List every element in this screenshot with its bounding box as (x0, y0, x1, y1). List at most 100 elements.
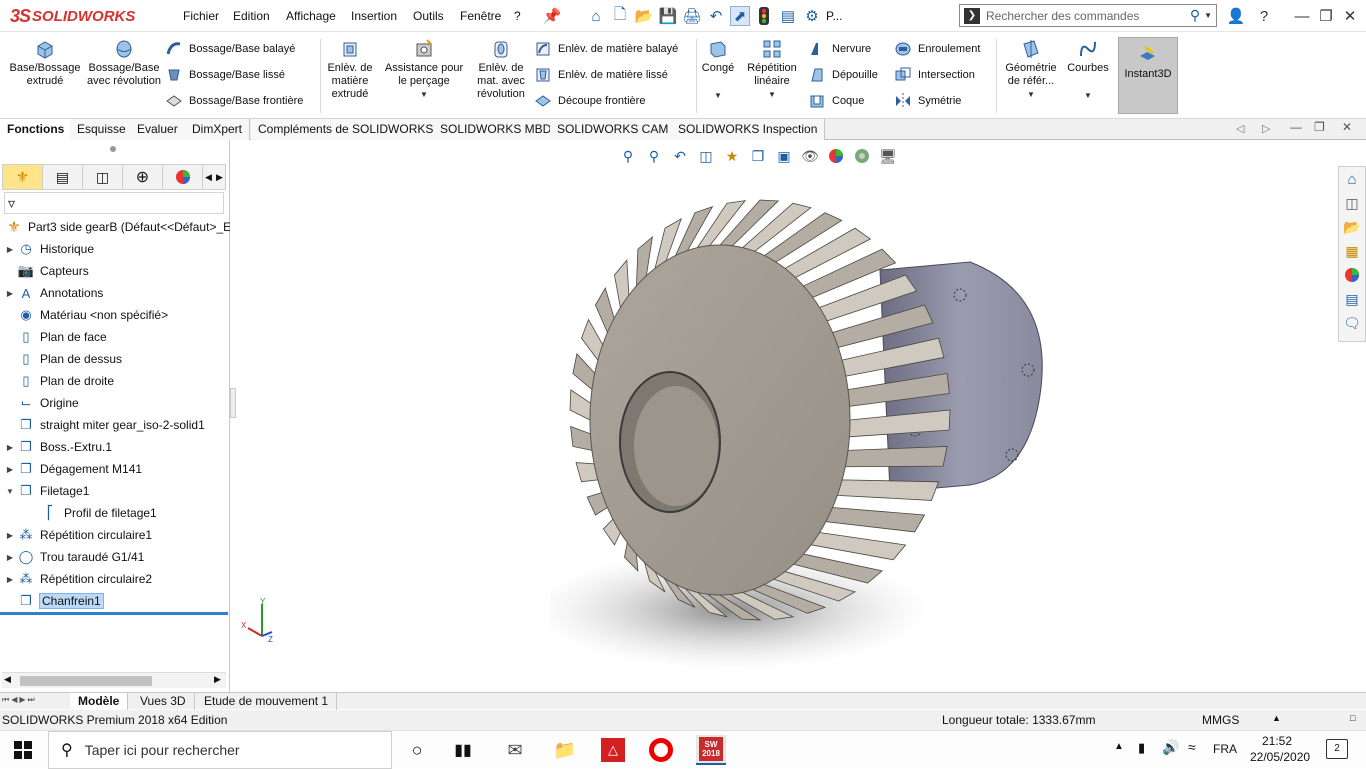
scrollbar-thumb[interactable] (20, 676, 152, 686)
reference-geometry-button[interactable]: Géométrie de référ... ▼ (1000, 38, 1062, 101)
rib-button[interactable]: Nervure (808, 38, 894, 60)
tree-item[interactable]: ▶ ⁂ Répétition circulaire2 (4, 568, 232, 590)
view-settings-icon[interactable]: 🖥 (878, 146, 898, 166)
zoom-to-fit-icon[interactable]: ⚲ (618, 146, 638, 166)
pin-icon[interactable]: 📌 (542, 6, 562, 26)
tab-solidworks-inspection[interactable]: SOLIDWORKS Inspection (671, 119, 826, 140)
swept-cut-button[interactable]: Enlèv. de matière balayé (534, 38, 690, 60)
tree-horizontal-scrollbar[interactable]: ◀ ▶ (2, 672, 226, 688)
chevron-down-icon[interactable]: ▼ (1000, 88, 1062, 101)
help-bubble-icon[interactable]: □ (1350, 713, 1355, 723)
doc-close-icon[interactable]: ✕ (1342, 120, 1352, 134)
tree-item[interactable]: 📷 Capteurs (4, 260, 232, 282)
lofted-boss-button[interactable]: Bossage/Base lissé (165, 64, 315, 86)
tree-item[interactable]: ▯ Plan de droite (4, 370, 232, 392)
custom-properties-tab[interactable]: ▤ (1339, 287, 1365, 311)
windows-start-icon[interactable] (14, 741, 32, 762)
dimxpert-manager-tab[interactable]: ⊕ (123, 165, 163, 189)
home-icon[interactable]: ⌂ (586, 6, 606, 26)
shell-button[interactable]: Coque (808, 90, 894, 112)
tree-item[interactable]: ⎡ Profil de filetage1 (28, 502, 256, 524)
options-gear-icon[interactable]: ⚙ (802, 6, 822, 26)
language-indicator[interactable]: FRA (1213, 742, 1237, 756)
chevron-right-icon[interactable]: ▶ (4, 553, 16, 562)
tab-complements[interactable]: Compléments de SOLIDWORKS (251, 119, 442, 140)
display-manager-tab[interactable] (163, 165, 203, 189)
curves-button[interactable]: Courbes ▼ (1064, 38, 1112, 102)
section-view-icon[interactable]: ◫ (696, 146, 716, 166)
tab-vues-3d[interactable]: Vues 3D (132, 693, 195, 710)
tree-item[interactable]: ▶ ◷ Historique (4, 238, 232, 260)
scroll-last-icon[interactable]: ⏭ (28, 695, 35, 705)
notification-icon[interactable]: 2 (1326, 739, 1348, 759)
tab-solidworks-mbd[interactable]: SOLIDWORKS MBD (433, 119, 560, 140)
edit-appearance-icon[interactable] (826, 146, 846, 166)
hole-wizard-button[interactable]: Assistance pour le perçage ▼ (380, 38, 468, 101)
tree-item[interactable]: ▯ Plan de face (4, 326, 232, 348)
appearances-tab[interactable] (1339, 263, 1365, 287)
solidworks-taskbar-icon[interactable]: SW 2018 (696, 735, 726, 765)
tree-item[interactable]: ▶ ❐ Dégagement M141 (4, 458, 232, 480)
scroll-first-icon[interactable]: ⏮ (2, 695, 9, 705)
previous-view-icon[interactable]: ↶ (670, 146, 690, 166)
close-icon[interactable]: ✕ (1340, 6, 1360, 26)
mirror-button[interactable]: Symétrie (894, 90, 994, 112)
tree-item[interactable]: ⌙ Origine (4, 392, 232, 414)
tile-left-icon[interactable]: ◁ (1236, 122, 1244, 135)
feature-tree-tab[interactable]: ⚜ (3, 165, 43, 189)
dynamic-annotation-icon[interactable]: ★ (722, 146, 742, 166)
unit-system[interactable]: MMGS (1202, 713, 1239, 727)
chevron-up-icon[interactable]: ▲ (1114, 741, 1124, 752)
rebuild-traffic-light-icon[interactable] (754, 6, 774, 26)
user-icon[interactable]: 👤 (1226, 6, 1246, 26)
view-orientation-icon[interactable]: ❐ (748, 146, 768, 166)
print-icon[interactable]: 🖨 (682, 6, 702, 26)
tree-item[interactable]: ▼ ❐ Filetage1 (4, 480, 232, 502)
command-search-input[interactable]: Rechercher des commandes (986, 9, 1190, 23)
extruded-boss-button[interactable]: Base/Bossage extrudé (6, 38, 84, 88)
tab-modele[interactable]: Modèle (70, 693, 129, 710)
tab-dimxpert[interactable]: DimXpert (185, 119, 251, 140)
mail-icon[interactable]: ✉ (500, 735, 530, 765)
save-icon[interactable]: 💾 (658, 6, 678, 26)
volume-icon[interactable]: 🔊 (1162, 739, 1179, 756)
scroll-left-icon[interactable]: ◀ (4, 674, 11, 685)
apply-scene-icon[interactable] (852, 146, 872, 166)
chevron-right-icon[interactable]: ▶ (4, 465, 16, 474)
chevron-right-icon[interactable]: ▶ (4, 575, 16, 584)
chevron-right-icon[interactable]: ▶ (4, 443, 16, 452)
tree-item[interactable]: ▶ A Annotations (4, 282, 232, 304)
acrobat-icon[interactable]: △ (598, 735, 628, 765)
doc-minimize-icon[interactable]: — (1290, 120, 1302, 134)
help-icon[interactable]: ? (1254, 6, 1274, 26)
lofted-cut-button[interactable]: Enlèv. de matière lissé (534, 64, 690, 86)
chevron-down-icon[interactable]: ▼ (4, 487, 16, 496)
property-manager-tab[interactable]: ▤ (43, 165, 83, 189)
opera-icon[interactable] (646, 735, 676, 765)
chevron-up-icon[interactable]: ▲ (1272, 713, 1281, 723)
taskbar-search[interactable]: ⚲ Taper ici pour rechercher (48, 731, 392, 769)
new-document-icon[interactable]: 🗋 (610, 6, 630, 26)
tab-solidworks-cam[interactable]: SOLIDWORKS CAM (550, 119, 677, 140)
display-style-icon[interactable]: ▣ (774, 146, 794, 166)
tab-fonctions[interactable]: Fonctions (0, 119, 73, 140)
doc-restore-icon[interactable]: ❐ (1314, 120, 1325, 134)
tree-item[interactable]: ❐ Chanfrein1 (4, 590, 232, 612)
tree-item[interactable]: ▶ ◯ Trou taraudé G1/41 (4, 546, 232, 568)
chevron-right-icon[interactable]: ▶ (4, 289, 16, 298)
swept-boss-button[interactable]: Bossage/Base balayé (165, 38, 315, 60)
draft-button[interactable]: Dépouille (808, 64, 894, 86)
undo-icon[interactable]: ↶ (706, 6, 726, 26)
chevron-down-icon[interactable]: ▼ (1064, 89, 1112, 102)
wrap-button[interactable]: Enroulement (894, 38, 994, 60)
tabs-scroll-left-icon[interactable]: ◀ (205, 172, 212, 183)
panel-splitter[interactable] (230, 388, 236, 418)
chevron-down-icon[interactable]: ▼ (700, 89, 736, 102)
chevron-down-icon[interactable]: ▼ (1204, 11, 1212, 20)
chevron-right-icon[interactable]: ▶ (4, 245, 16, 254)
menu-fenetre[interactable]: Fenêtre (460, 9, 501, 23)
scroll-next-icon[interactable]: ▶ (19, 695, 25, 705)
zoom-to-area-icon[interactable]: ⚲ (644, 146, 664, 166)
intersect-button[interactable]: Intersection (894, 64, 994, 86)
linear-pattern-button[interactable]: Répétition linéaire ▼ (742, 38, 802, 101)
